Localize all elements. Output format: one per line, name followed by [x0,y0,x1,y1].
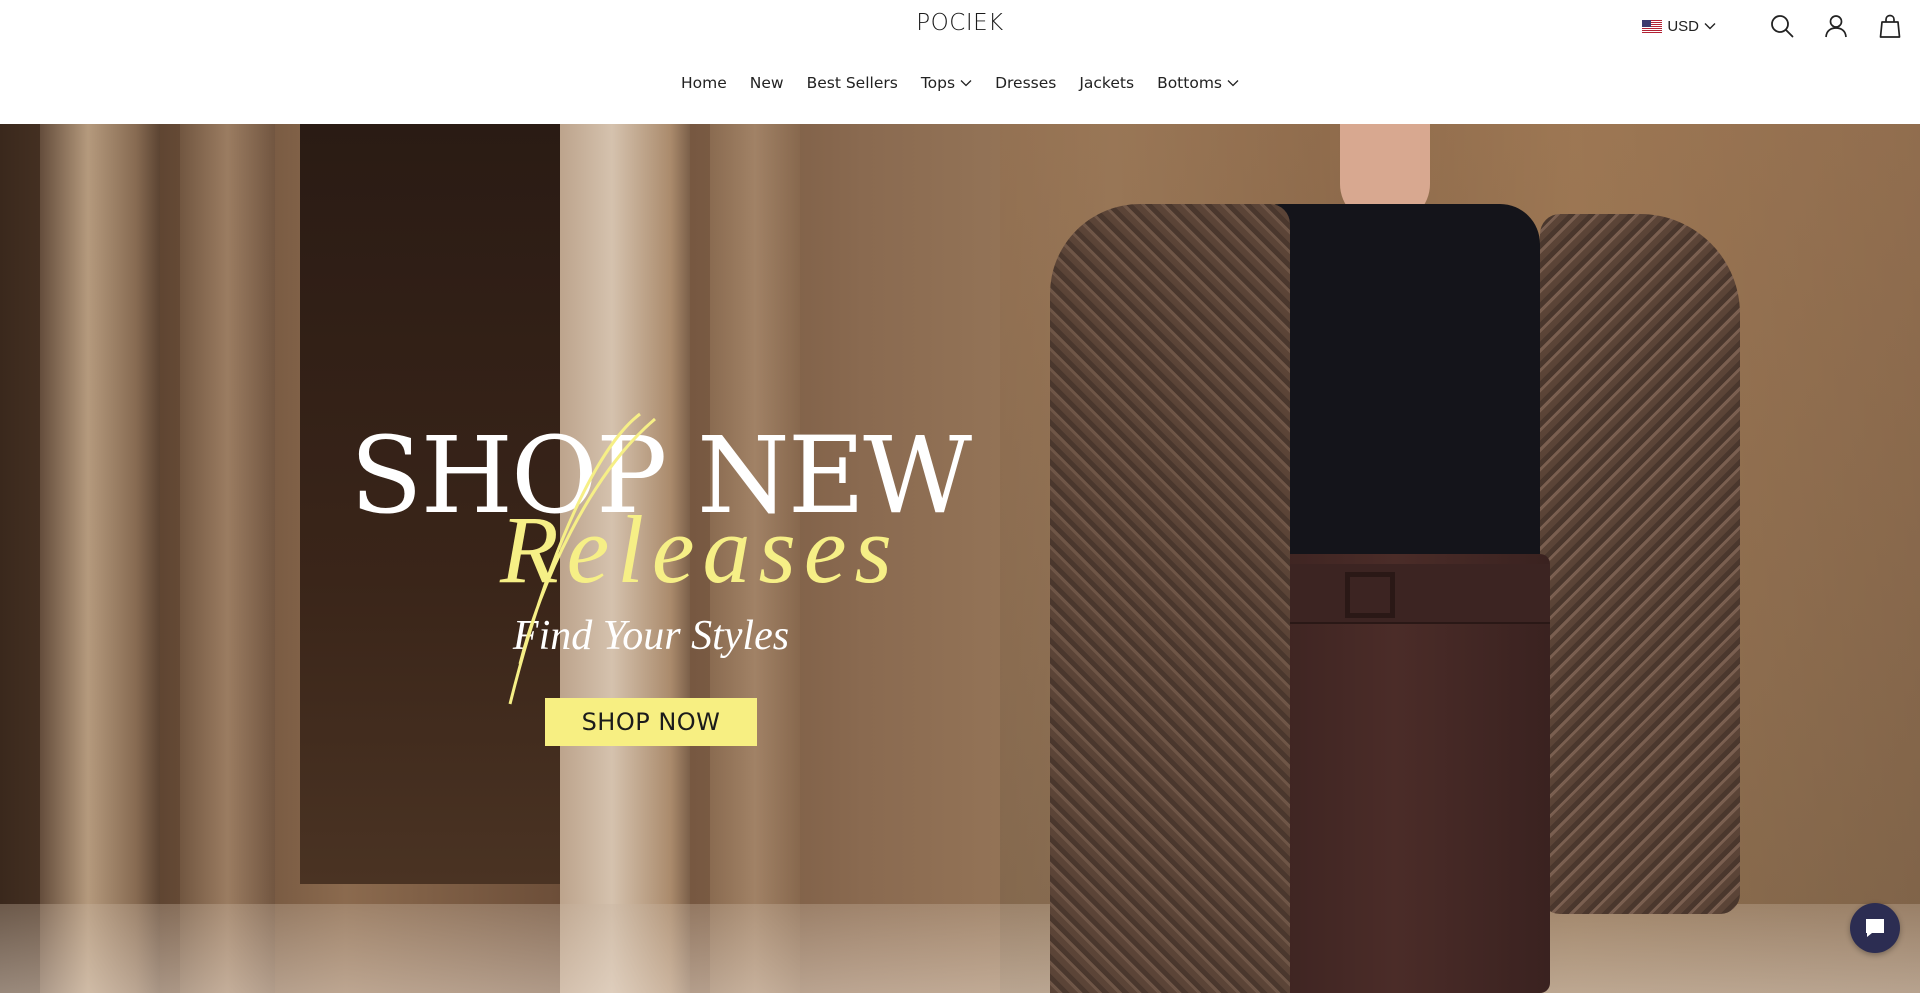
nav-item-dresses[interactable]: Dresses [995,74,1056,92]
nav-item-jackets[interactable]: Jackets [1079,74,1134,92]
chevron-down-icon [960,80,972,87]
nav-item-home[interactable]: Home [681,74,727,92]
model-coat [1050,204,1290,993]
shopping-bag-icon [1879,14,1901,38]
hero-background-pillar [40,124,160,993]
cart-button[interactable] [1876,12,1904,40]
chat-button[interactable] [1850,903,1900,953]
model-coat [1540,214,1740,914]
nav-item-label: Dresses [995,74,1057,92]
nav-item-label: Home [681,74,727,92]
nav-item-best-sellers[interactable]: Best Sellers [807,74,898,92]
currency-label: USD [1667,17,1699,35]
nav-item-new[interactable]: New [750,74,784,92]
nav-item-label: New [749,74,784,92]
model-belt-buckle [1345,572,1395,618]
account-button[interactable] [1822,12,1850,40]
chevron-down-icon [1704,23,1716,30]
chevron-down-icon [1227,80,1239,87]
nav-item-label: Jackets [1079,74,1135,92]
hero-script-text: Releases [500,496,900,603]
nav-item-bottoms[interactable]: Bottoms [1157,74,1239,92]
chat-bubble-icon [1866,919,1884,937]
user-icon [1825,15,1847,38]
hero-banner[interactable]: SHOP NEW Releases Find Your Styles SHOP … [0,124,1920,993]
brand-logo[interactable]: POCIEK [0,10,1920,36]
header-utilities: USD [1642,10,1904,42]
search-button[interactable] [1768,12,1796,40]
currency-selector[interactable]: USD [1642,18,1716,35]
site-header: POCIEK USD Home New Best Sellers Tops Dr… [0,0,1920,124]
main-navigation: Home New Best Sellers Tops Dresses Jacke… [0,74,1920,92]
search-icon [1771,15,1794,38]
nav-item-tops[interactable]: Tops [921,74,972,92]
nav-item-label: Best Sellers [806,74,898,92]
nav-item-label: Tops [920,74,956,92]
hero-background-pillar [180,124,275,993]
us-flag-icon [1642,19,1663,33]
hero-model-image [1040,124,1740,993]
nav-item-label: Bottoms [1157,74,1222,92]
